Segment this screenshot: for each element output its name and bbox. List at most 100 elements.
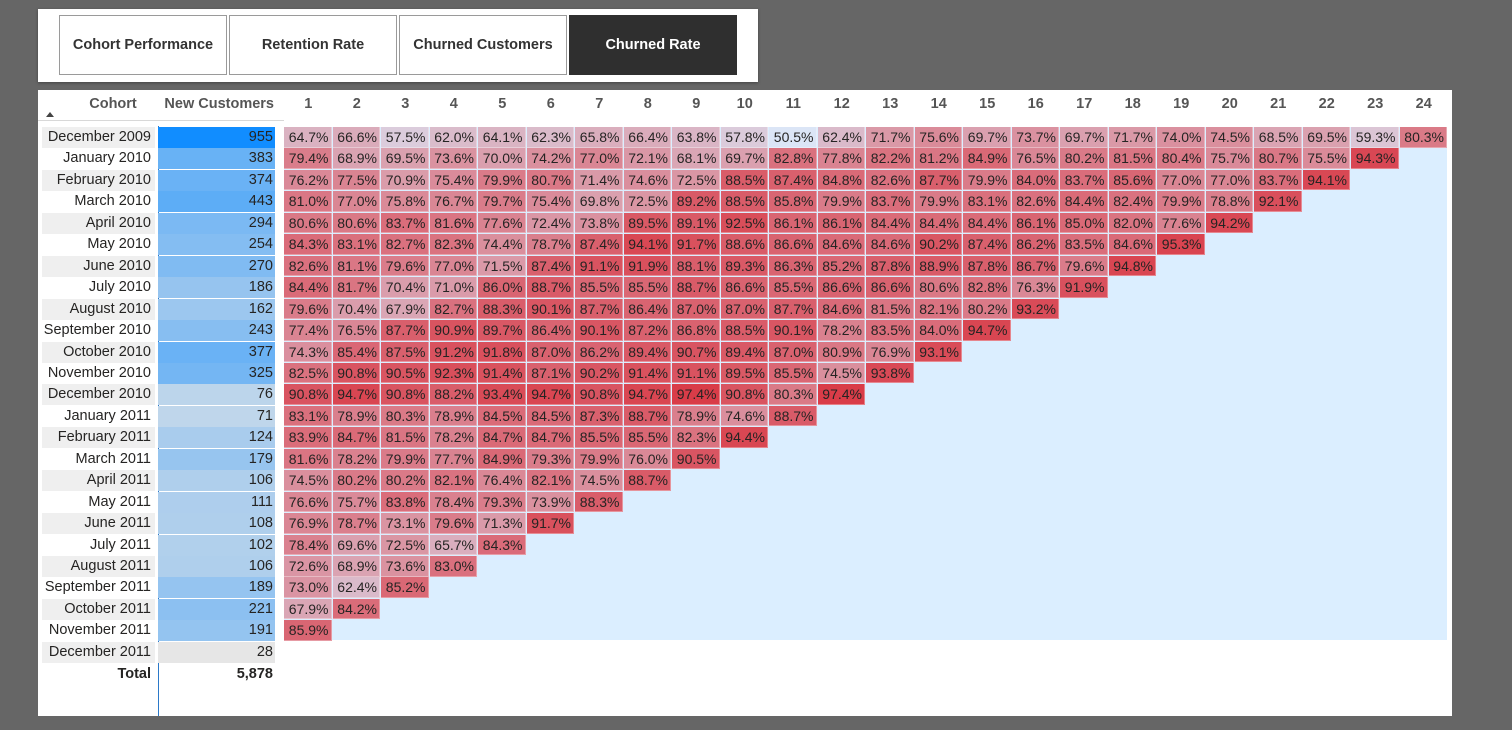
new-customers-cell: 254 bbox=[158, 234, 275, 256]
period-header[interactable]: 13 bbox=[866, 96, 915, 112]
period-header[interactable]: 23 bbox=[1351, 96, 1400, 112]
tab-churned-customers[interactable]: Churned Customers bbox=[399, 15, 567, 75]
churn-rate-cell: 77.5% bbox=[332, 169, 380, 191]
period-header[interactable]: 14 bbox=[915, 96, 964, 112]
churn-rate-cell: 57.8% bbox=[720, 127, 768, 148]
churn-rate-cell: 79.6% bbox=[381, 255, 429, 277]
churn-rate-cell: 74.5% bbox=[1205, 127, 1253, 148]
churn-rate-cell: 94.1% bbox=[623, 234, 671, 255]
churn-rate-cell: 74.5% bbox=[575, 470, 623, 491]
churn-rate-cell: 82.3% bbox=[672, 427, 720, 448]
tab-retention-rate[interactable]: Retention Rate bbox=[229, 15, 397, 75]
new-customers-cell: 186 bbox=[158, 277, 275, 299]
new-customers-cell: 191 bbox=[158, 620, 275, 642]
churn-rate-cell: 84.3% bbox=[478, 534, 526, 556]
churn-rate-cell: 89.1% bbox=[672, 212, 720, 234]
column-header-cohort[interactable]: Cohort bbox=[76, 96, 150, 116]
tab-churned-rate[interactable]: Churned Rate bbox=[569, 15, 737, 75]
churn-rate-cell: 87.0% bbox=[720, 298, 768, 320]
period-header[interactable]: 17 bbox=[1060, 96, 1109, 112]
churn-rate-cell: 92.5% bbox=[720, 212, 768, 234]
total-value: 5,878 bbox=[236, 666, 273, 682]
churn-rate-cell: 90.8% bbox=[575, 384, 623, 405]
churn-rate-cell: 91.8% bbox=[478, 341, 526, 362]
period-header[interactable]: 15 bbox=[963, 96, 1012, 112]
churn-rate-cell: 88.7% bbox=[623, 405, 671, 427]
churn-rate-cell: 88.7% bbox=[672, 277, 720, 298]
churn-rate-cell: 81.7% bbox=[332, 277, 380, 298]
tab-cohort-performance[interactable]: Cohort Performance bbox=[59, 15, 227, 75]
churn-rate-cell: 78.8% bbox=[1205, 191, 1253, 212]
period-header[interactable]: 18 bbox=[1109, 96, 1158, 112]
period-header[interactable]: 7 bbox=[575, 96, 624, 112]
period-header[interactable]: 4 bbox=[430, 96, 479, 112]
period-header[interactable]: 21 bbox=[1254, 96, 1303, 112]
churn-rate-cell: 82.1% bbox=[526, 470, 574, 491]
churn-rate-cell: 75.7% bbox=[332, 491, 380, 513]
churn-rate-cell: 84.6% bbox=[866, 234, 914, 255]
churn-rate-cell: 88.9% bbox=[914, 255, 962, 277]
churn-rate-cell: 82.7% bbox=[429, 298, 477, 320]
churn-rate-cell: 88.2% bbox=[429, 384, 477, 405]
period-header[interactable]: 9 bbox=[672, 96, 721, 112]
churn-rate-cell: 66.6% bbox=[332, 127, 380, 148]
churn-rate-cell: 85.5% bbox=[769, 362, 817, 384]
cohort-label: May 2010 bbox=[42, 234, 155, 256]
churn-rate-cell: 87.4% bbox=[963, 234, 1011, 255]
period-header[interactable]: 22 bbox=[1303, 96, 1352, 112]
churn-rate-cell: 82.8% bbox=[963, 277, 1011, 298]
period-header[interactable]: 1 bbox=[284, 96, 333, 112]
period-header[interactable]: 24 bbox=[1400, 96, 1449, 112]
churn-rate-cell: 69.7% bbox=[963, 127, 1011, 148]
period-header[interactable]: 3 bbox=[381, 96, 430, 112]
churn-rate-cell: 80.3% bbox=[1399, 127, 1447, 148]
period-header[interactable]: 10 bbox=[721, 96, 770, 112]
churn-rate-cell: 80.7% bbox=[526, 169, 574, 191]
new-customers-cell: 106 bbox=[158, 470, 275, 492]
churn-rate-cell: 81.5% bbox=[1108, 148, 1156, 169]
period-header[interactable]: 2 bbox=[333, 96, 382, 112]
churn-rate-cell: 87.3% bbox=[575, 405, 623, 427]
period-header[interactable]: 6 bbox=[527, 96, 576, 112]
period-header[interactable]: 16 bbox=[1012, 96, 1061, 112]
churn-rate-cell: 84.0% bbox=[914, 320, 962, 341]
churn-rate-cell: 80.6% bbox=[332, 212, 380, 234]
churn-rate-cell: 78.2% bbox=[332, 448, 380, 470]
churn-rate-cell: 84.9% bbox=[963, 148, 1011, 169]
period-header[interactable]: 5 bbox=[478, 96, 527, 112]
churn-rate-cell: 87.7% bbox=[914, 169, 962, 191]
period-header[interactable]: 20 bbox=[1206, 96, 1255, 112]
churn-rate-cell: 80.3% bbox=[381, 405, 429, 427]
churn-rate-cell: 90.7% bbox=[672, 341, 720, 362]
churn-rate-cell: 85.0% bbox=[1060, 212, 1108, 234]
churn-rate-cell: 76.6% bbox=[284, 491, 332, 513]
churn-rate-cell: 87.4% bbox=[769, 169, 817, 191]
churn-rate-cell: 72.5% bbox=[381, 534, 429, 556]
churn-rate-cell: 71.7% bbox=[1108, 127, 1156, 148]
churn-rate-cell: 87.8% bbox=[866, 255, 914, 277]
period-header[interactable]: 11 bbox=[769, 96, 818, 112]
churn-rate-cell: 79.9% bbox=[381, 448, 429, 470]
churn-rate-cell: 80.6% bbox=[914, 277, 962, 298]
churn-rate-cell: 90.9% bbox=[429, 320, 477, 341]
churn-rate-cell: 79.9% bbox=[914, 191, 962, 212]
new-customers-cell: 374 bbox=[158, 169, 275, 191]
churn-rate-cell: 90.8% bbox=[332, 362, 380, 384]
new-customers-cell: 383 bbox=[158, 148, 275, 170]
churn-rate-cell: 90.2% bbox=[575, 362, 623, 384]
sort-ascending-icon[interactable] bbox=[46, 112, 54, 117]
period-header[interactable]: 12 bbox=[818, 96, 867, 112]
churn-rate-cell: 85.5% bbox=[575, 277, 623, 298]
period-header[interactable]: 8 bbox=[624, 96, 673, 112]
cohort-label: December 2011 bbox=[42, 641, 155, 663]
churn-rate-cell: 79.6% bbox=[284, 298, 332, 320]
churn-rate-cell: 80.4% bbox=[1157, 148, 1205, 169]
new-customers-cell: 71 bbox=[158, 405, 275, 427]
column-header-new-customers[interactable]: New Customers bbox=[158, 96, 274, 116]
period-header[interactable]: 19 bbox=[1157, 96, 1206, 112]
churn-rate-cell: 88.7% bbox=[623, 470, 671, 491]
churn-rate-cell: 85.5% bbox=[575, 427, 623, 448]
churn-rate-cell: 62.0% bbox=[429, 127, 477, 148]
churn-rate-cell: 93.2% bbox=[1011, 298, 1059, 320]
cohort-label: September 2010 bbox=[42, 320, 155, 342]
